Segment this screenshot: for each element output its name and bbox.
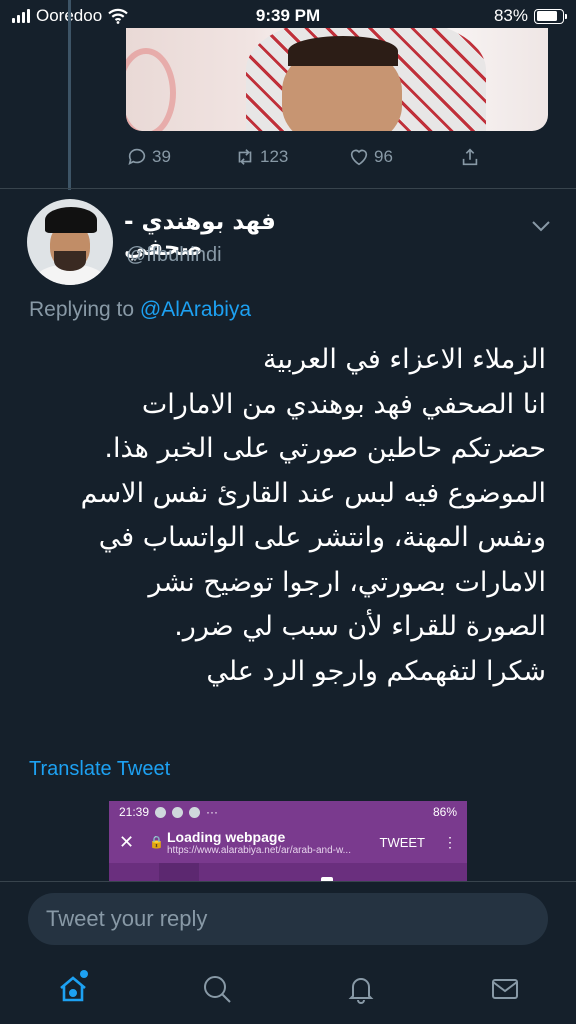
thread-connector-line bbox=[68, 0, 71, 190]
tab-messages[interactable] bbox=[488, 972, 522, 1006]
reply-icon bbox=[128, 148, 146, 165]
divider bbox=[0, 188, 576, 189]
new-content-dot bbox=[80, 970, 88, 978]
heart-icon bbox=[350, 149, 368, 166]
like-button[interactable]: 96 bbox=[348, 146, 393, 168]
retweet-icon bbox=[238, 149, 252, 165]
share-button[interactable] bbox=[459, 146, 481, 168]
share-icon bbox=[462, 148, 478, 166]
tweet-text-line: ونفس المهنة، وانتشر على الواتساب في bbox=[98, 522, 546, 553]
tweet-text-line: شكرا لتفهمكم وارجو الرد علي bbox=[206, 655, 546, 687]
user-handle[interactable]: @ffbuhindi bbox=[126, 244, 222, 267]
tab-notifications[interactable] bbox=[344, 972, 378, 1006]
embedded-time: 21:39 bbox=[119, 805, 150, 819]
embedded-page-title: Loading webpage bbox=[167, 828, 286, 845]
tweet-text-line: انا الصحفي فهد بوهندي من الامارات bbox=[141, 388, 546, 420]
like-count: 96 bbox=[374, 147, 393, 166]
tab-search[interactable] bbox=[200, 972, 234, 1006]
status-time: 9:39 PM bbox=[255, 6, 321, 25]
tweet-media-image[interactable]: 21:39 ··· 86% ✕ 🔒 Loading webpage https:… bbox=[109, 801, 467, 881]
previous-tweet-image[interactable] bbox=[126, 28, 548, 131]
replying-to-label: Replying to bbox=[29, 298, 135, 321]
mention-link[interactable]: @AlArabiya bbox=[140, 298, 251, 321]
replying-to-line: Replying to @AlArabiya bbox=[29, 298, 251, 322]
tweet-text-line: الموضوع فيه لبس عند القارئ نفس الاسم bbox=[80, 477, 546, 509]
notifications-icon bbox=[348, 978, 374, 1004]
previous-tweet-actions: 39 123 96 bbox=[126, 143, 486, 171]
tweet-text-line: الامارات بصورتي، ارجوا توضيح نشر bbox=[148, 566, 546, 598]
tweet-text-line: الصورة للقراء لأن سبب لي ضرر. bbox=[174, 611, 546, 642]
tweet-text: الزملاء الاعزاء في العربية انا الصحفي فه… bbox=[80, 338, 546, 694]
lock-icon: 🔒 bbox=[149, 835, 164, 849]
reply-button[interactable]: 39 bbox=[126, 146, 171, 168]
messages-icon bbox=[492, 979, 518, 999]
tweet-text-line: حضرتكم حاطين صورتي على الخبر هذا. bbox=[104, 433, 546, 464]
retweet-button[interactable]: 123 bbox=[234, 146, 288, 168]
search-icon bbox=[204, 976, 231, 1003]
reply-count: 39 bbox=[152, 147, 171, 166]
chevron-down-icon bbox=[532, 221, 550, 232]
reply-input[interactable]: Tweet your reply bbox=[28, 893, 548, 945]
close-icon: ✕ bbox=[119, 831, 135, 852]
more-options-button[interactable] bbox=[530, 218, 552, 234]
embedded-tweet-label: TWEET bbox=[379, 834, 426, 850]
tweet-text-line: الزملاء الاعزاء في العربية bbox=[263, 344, 546, 375]
battery-icon bbox=[534, 8, 567, 24]
bottom-tab-bar bbox=[0, 960, 576, 1020]
translate-tweet-link[interactable]: Translate Tweet bbox=[29, 758, 170, 781]
kebab-menu-icon: ⋮ bbox=[443, 833, 457, 850]
avatar[interactable] bbox=[27, 199, 113, 285]
embedded-battery: 86% bbox=[432, 805, 457, 819]
embedded-page-url: https://www.alarabiya.net/ar/arab-and-w.… bbox=[167, 844, 351, 856]
tab-home[interactable] bbox=[56, 970, 90, 1006]
retweet-count: 123 bbox=[260, 147, 289, 166]
battery-percentage: 83% bbox=[493, 6, 528, 25]
